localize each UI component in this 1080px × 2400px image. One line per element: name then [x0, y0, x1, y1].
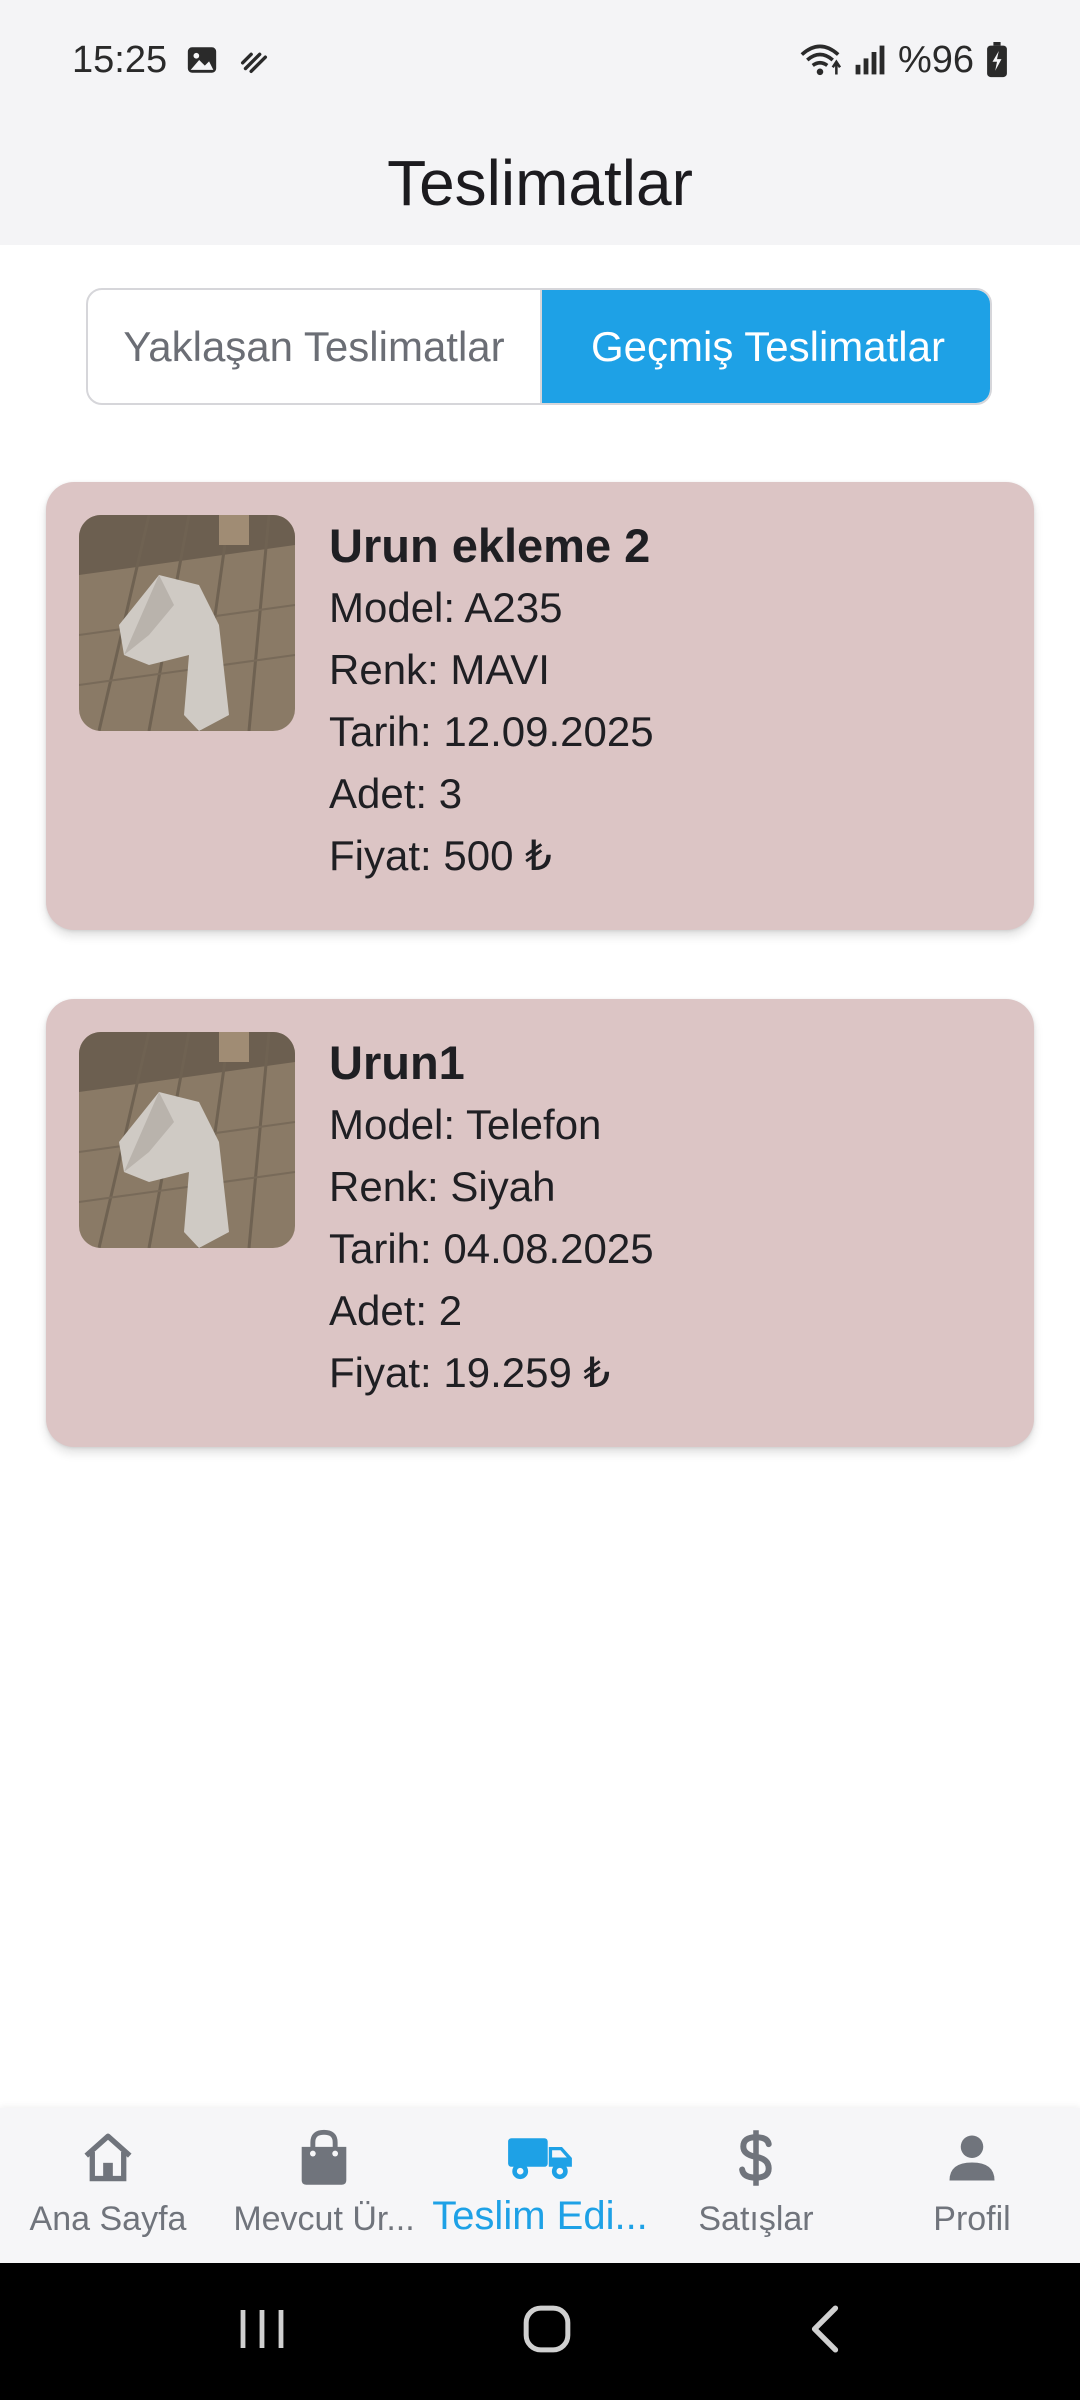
signal-icon: [854, 43, 886, 77]
product-price: Fiyat: 19.259 ₺: [329, 1349, 611, 1396]
battery-charging-icon: [986, 42, 1008, 78]
product-color: Renk: Siyah: [329, 1163, 556, 1210]
status-right: %96: [798, 39, 1008, 82]
status-time: 15:25: [72, 38, 168, 81]
nav-item-deliveries[interactable]: Teslim Edi...: [432, 2108, 648, 2263]
home-button[interactable]: [522, 2304, 572, 2359]
page-title: Teslimatlar: [387, 146, 693, 219]
status-left: 15:25: [72, 39, 271, 82]
product-model: Model: Telefon: [329, 1101, 602, 1148]
home-icon: [79, 2126, 137, 2190]
person-icon: [945, 2126, 999, 2190]
wifi-icon: [798, 40, 842, 80]
status-bar: 15:25 %96: [0, 0, 1080, 120]
product-name: Urun ekleme 2: [329, 519, 651, 572]
nav-label-sales: Satışlar: [698, 2200, 814, 2238]
product-price: Fiyat: 500 ₺: [329, 832, 552, 879]
back-button[interactable]: [807, 2304, 843, 2359]
delivery-info: Urun1 Model: Telefon Renk: Siyah Tarih: …: [329, 1032, 654, 1447]
recent-apps-button[interactable]: [237, 2306, 287, 2357]
bottom-navigation: Ana Sayfa Mevcut Ür... Teslim Edi... Sat…: [0, 2108, 1080, 2263]
nav-label-home: Ana Sayfa: [29, 2200, 187, 2238]
tab-past-deliveries[interactable]: Geçmiş Teslimatlar: [542, 290, 990, 403]
delivery-card[interactable]: Urun1 Model: Telefon Renk: Siyah Tarih: …: [46, 999, 1034, 1447]
product-thumbnail: [79, 1032, 295, 1248]
delivery-date: Tarih: 12.09.2025: [329, 708, 654, 755]
dollar-icon: [736, 2126, 776, 2190]
nav-item-products[interactable]: Mevcut Ür...: [216, 2108, 432, 2263]
delivery-info: Urun ekleme 2 Model: A235 Renk: MAVI Tar…: [329, 515, 654, 930]
shopping-bag-icon: [297, 2126, 351, 2190]
app-bar: Teslimatlar: [0, 120, 1080, 245]
delivery-tabs: Yaklaşan Teslimatlar Geçmiş Teslimatlar: [86, 288, 992, 405]
nav-item-home[interactable]: Ana Sayfa: [0, 2108, 216, 2263]
product-thumbnail: [79, 515, 295, 731]
nav-label-deliveries: Teslim Edi...: [432, 2194, 648, 2238]
system-navigation-bar: [0, 2263, 1080, 2400]
truck-icon: [507, 2126, 573, 2190]
nav-label-products: Mevcut Ür...: [233, 2200, 415, 2238]
delivery-date: Tarih: 04.08.2025: [329, 1225, 654, 1272]
nav-item-profile[interactable]: Profil: [864, 2108, 1080, 2263]
data-notification-icon: [237, 43, 271, 77]
product-color: Renk: MAVI: [329, 646, 550, 693]
tab-upcoming-deliveries[interactable]: Yaklaşan Teslimatlar: [88, 290, 542, 403]
product-quantity: Adet: 3: [329, 770, 463, 817]
battery-percent: %96: [897, 38, 974, 81]
nav-item-sales[interactable]: Satışlar: [648, 2108, 864, 2263]
product-name: Urun1: [329, 1036, 465, 1089]
nav-label-profile: Profil: [933, 2200, 1011, 2238]
gallery-notification-icon: [185, 43, 219, 77]
product-quantity: Adet: 2: [329, 1287, 463, 1334]
product-model: Model: A235: [329, 584, 563, 631]
delivery-card[interactable]: Urun ekleme 2 Model: A235 Renk: MAVI Tar…: [46, 482, 1034, 930]
